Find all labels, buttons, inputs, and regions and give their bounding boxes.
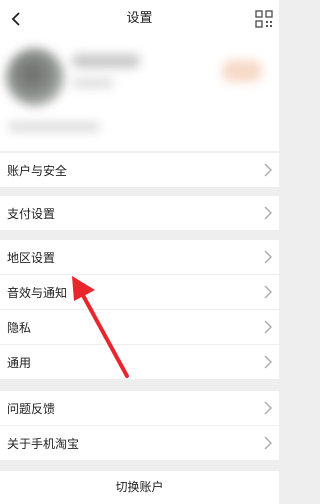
chevron-right-icon bbox=[263, 400, 273, 416]
menu-item-payment-settings[interactable]: 支付设置 bbox=[0, 196, 279, 230]
chevron-right-icon bbox=[263, 284, 273, 300]
chevron-right-icon bbox=[263, 162, 273, 178]
qr-code-icon bbox=[255, 10, 273, 28]
blurred-info-line bbox=[8, 122, 100, 132]
profile-card[interactable] bbox=[0, 38, 279, 151]
navigation-bar: 设置 bbox=[0, 0, 279, 38]
chevron-right-icon bbox=[263, 205, 273, 221]
menu-item-label: 地区设置 bbox=[7, 250, 56, 265]
switch-account-button[interactable]: 切换账户 bbox=[0, 471, 279, 504]
chevron-right-icon bbox=[263, 354, 273, 370]
blurred-username bbox=[72, 54, 140, 68]
chevron-right-icon bbox=[263, 319, 273, 335]
page-title: 设置 bbox=[126, 11, 153, 26]
menu-item-region-settings[interactable]: 地区设置 bbox=[0, 240, 279, 274]
chevron-right-icon bbox=[263, 435, 273, 451]
menu-item-sound-notification[interactable]: 音效与通知 bbox=[0, 275, 279, 309]
avatar bbox=[6, 48, 64, 106]
menu-item-about-taobao[interactable]: 关于手机淘宝 bbox=[0, 426, 279, 460]
blurred-badge bbox=[222, 60, 262, 82]
menu-item-privacy[interactable]: 隐私 bbox=[0, 310, 279, 344]
menu-item-feedback[interactable]: 问题反馈 bbox=[0, 391, 279, 425]
menu-item-label: 关于手机淘宝 bbox=[7, 436, 80, 451]
blurred-subtitle bbox=[72, 78, 114, 88]
menu-item-general[interactable]: 通用 bbox=[0, 345, 279, 379]
qr-code-button[interactable] bbox=[253, 8, 275, 30]
chevron-right-icon bbox=[263, 249, 273, 265]
menu-item-label: 隐私 bbox=[7, 320, 32, 335]
menu-item-account-security[interactable]: 账户与安全 bbox=[0, 153, 279, 187]
menu-item-label: 账户与安全 bbox=[7, 163, 68, 178]
menu-item-label: 音效与通知 bbox=[7, 285, 68, 300]
menu-item-label: 支付设置 bbox=[7, 206, 56, 221]
menu-item-label: 问题反馈 bbox=[7, 401, 56, 416]
menu-item-label: 通用 bbox=[7, 355, 32, 370]
